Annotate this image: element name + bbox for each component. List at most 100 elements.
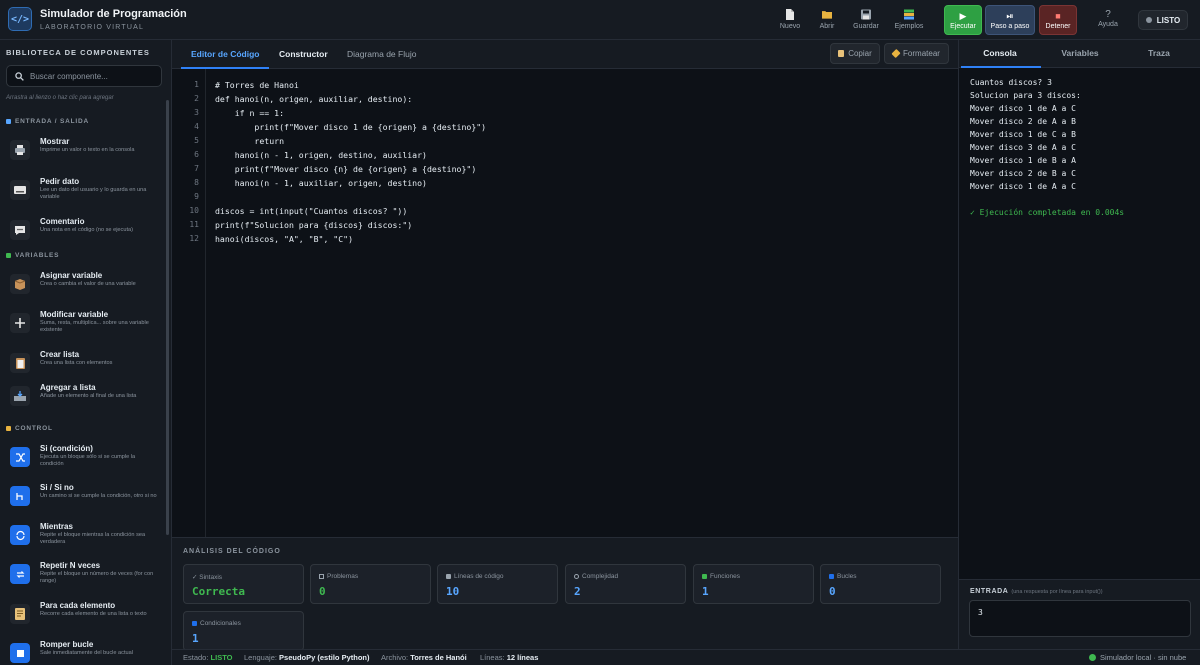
input-hint: (una respuesta por línea para input())	[1011, 589, 1103, 595]
search-input[interactable]	[30, 71, 150, 81]
copy-label: Copiar	[848, 49, 872, 58]
books-icon	[904, 9, 914, 20]
metric-label-row: Líneas de código	[446, 573, 504, 580]
run-label: Ejecutar	[950, 23, 976, 30]
save-button[interactable]: Guardar	[848, 9, 884, 30]
status-state-value: LISTO	[210, 653, 233, 662]
examples-button[interactable]: Ejemplos	[891, 9, 927, 30]
step-button[interactable]: ⏯ Paso a paso	[985, 5, 1035, 35]
component-romper-bucle[interactable]: Romper bucle Sale inmediatamente del buc…	[6, 640, 161, 665]
line-number-gutter: 1 2 3 4 5 6 7 8 9 10 11 12	[172, 69, 206, 537]
component-asignar-variable[interactable]: Asignar variable Crea o cambia el valor …	[6, 271, 161, 305]
component-desc: Suma, resta, multiplica... sobre una var…	[40, 320, 149, 333]
component-desc: Una nota en el código (no se ejecuta)	[40, 227, 133, 233]
component-name: Mostrar	[40, 137, 70, 146]
repeat-icon	[10, 564, 30, 584]
search-box[interactable]	[6, 65, 162, 87]
tab-variables[interactable]: Variables	[1040, 48, 1120, 58]
component-comentario[interactable]: Comentario Una nota en el código (no se …	[6, 217, 161, 251]
metric-label-row: Problemas	[319, 573, 358, 580]
code-line: hanoi(discos, "A", "B", "C")	[215, 234, 354, 244]
section-marker-icon	[6, 426, 11, 431]
metric-label: Condicionales	[200, 620, 241, 627]
metric-card-conditionals: Condicionales 1	[183, 611, 304, 651]
component-crear-lista[interactable]: Crear lista Crea una lista con elementos	[6, 350, 161, 384]
component-si[interactable]: Si (condición) Ejecuta un bloque sólo si…	[6, 444, 161, 478]
component-modificar-variable[interactable]: Modificar variable Suma, resta, multipli…	[6, 310, 161, 344]
component-desc: Añade un elemento al final de una lista	[40, 393, 137, 399]
component-si-sino[interactable]: Si / Si no Un camino si se cumple la con…	[6, 483, 161, 517]
loop-icon	[829, 574, 834, 579]
status-dot-icon	[1145, 17, 1152, 23]
code-line: print(f"Solucion para {discos} discos:")	[215, 220, 413, 230]
inbox-icon	[10, 386, 30, 406]
metric-label-row: Condicionales	[192, 620, 241, 627]
metric-value: Correcta	[192, 585, 245, 598]
section-control: CONTROL	[6, 425, 53, 432]
component-repetir[interactable]: Repetir N veces Repite el bloque un núme…	[6, 561, 161, 595]
stop-button[interactable]: ■ Detener	[1039, 5, 1077, 35]
component-para-cada[interactable]: Para cada elemento Recorre cada elemento…	[6, 601, 161, 635]
stop-label: Detener	[1045, 23, 1071, 30]
console-line: Mover disco 1 de A a C	[970, 104, 1076, 113]
component-desc: Recorre cada elemento de una lista o tex…	[40, 611, 147, 617]
box-icon	[10, 274, 30, 294]
code-line: # Torres de Hanoi	[215, 80, 299, 90]
code-line: print(f"Mover disco 1 de {origen} a {des…	[215, 122, 487, 132]
code-line: print(f"Mover disco {n} de {origen} a {d…	[215, 164, 477, 174]
console-line: Cuantos discos? 3	[970, 78, 1052, 87]
component-name: Crear lista	[40, 350, 80, 359]
tab-constructor[interactable]: Constructor	[279, 49, 328, 59]
broom-icon	[891, 48, 901, 59]
metric-label: Complejidad	[582, 573, 619, 580]
status-badge: LISTO	[1138, 10, 1188, 30]
status-lines-label: Líneas:	[480, 653, 505, 662]
tab-editor[interactable]: Editor de Código	[191, 49, 259, 59]
console-line: Mover disco 2 de A a B	[970, 117, 1076, 126]
copy-button[interactable]: Copiar	[830, 43, 880, 64]
search-icon	[15, 71, 24, 81]
open-button[interactable]: Abrir	[809, 9, 845, 30]
component-desc: Crea una lista con elementos	[40, 360, 113, 366]
sidebar-scrollbar[interactable]	[166, 100, 169, 535]
section-marker-icon	[6, 253, 11, 258]
component-name: Romper bucle	[40, 640, 94, 649]
help-label: Ayuda	[1098, 21, 1118, 28]
line-number: 6	[194, 150, 199, 159]
run-button[interactable]: ▶ Ejecutar	[944, 5, 982, 35]
code-editor[interactable]: # Torres de Hanoi def hanoi(n, origen, a…	[206, 69, 958, 537]
component-mientras[interactable]: Mientras Repite el bloque mientras la co…	[6, 522, 161, 556]
component-agregar-lista[interactable]: Agregar a lista Añade un elemento al fin…	[6, 383, 161, 417]
metric-card-complexity: Complejidad 2	[565, 564, 686, 604]
tab-flowchart[interactable]: Diagrama de Flujo	[347, 49, 416, 59]
document-icon	[10, 604, 30, 624]
tab-trace[interactable]: Traza	[1119, 48, 1199, 58]
input-label-text: ENTRADA	[970, 588, 1009, 595]
help-button[interactable]: ? Ayuda	[1097, 9, 1119, 28]
new-button[interactable]: Nuevo	[772, 9, 808, 30]
app-title: Simulador de Programación	[40, 8, 187, 20]
stop-square-icon	[10, 643, 30, 663]
library-title: BIBLIOTECA DE COMPONENTES	[6, 48, 150, 57]
component-name: Mientras	[40, 522, 73, 531]
local-indicator: Simulador local · sin nube	[1089, 653, 1186, 662]
section-vars-label: VARIABLES	[15, 252, 60, 259]
shuffle-icon	[192, 621, 197, 626]
stdin-input[interactable]: 3	[969, 600, 1191, 637]
status-language-value: PseudoPy (estilo Python)	[279, 653, 370, 662]
component-mostrar[interactable]: Mostrar Imprime un valor o texto en la c…	[6, 137, 161, 171]
component-desc: Repite el bloque un número de veces (for…	[40, 571, 154, 584]
step-icon: ⏯	[1006, 11, 1014, 21]
metric-value: 1	[702, 585, 709, 598]
component-desc: Crea o cambia el valor de una variable	[40, 281, 136, 287]
metric-label: Líneas de código	[454, 573, 504, 580]
component-name: Para cada elemento	[40, 601, 116, 610]
component-name: Si / Si no	[40, 483, 74, 492]
metric-label: Bucles	[837, 573, 857, 580]
console-line: Mover disco 2 de B a C	[970, 169, 1076, 178]
format-button[interactable]: Formatear	[884, 43, 949, 64]
line-number: 10	[189, 206, 199, 215]
status-lines-value: 12 líneas	[506, 653, 539, 662]
component-pedir-dato[interactable]: Pedir dato Lee un dato del usuario y lo …	[6, 177, 161, 211]
tab-console[interactable]: Consola	[960, 48, 1040, 58]
